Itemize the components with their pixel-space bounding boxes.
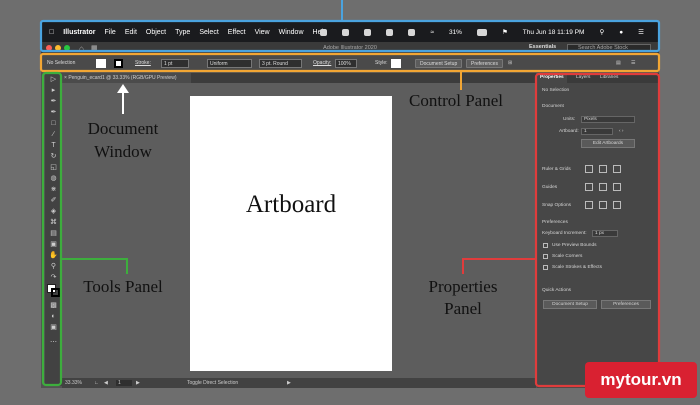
annotation-overlay (39, 0, 661, 388)
menubar-highlight (39, 19, 661, 53)
control-panel-highlight (39, 52, 661, 73)
tools-panel-highlight (41, 71, 63, 387)
document-window-annotation-line1: Document (87, 119, 159, 138)
control-panel-annotation: Control Panel (409, 91, 503, 110)
watermark-logo: mytour.vn (585, 362, 697, 398)
properties-panel-annotation-line1: Properties (428, 277, 498, 296)
properties-panel-annotation-line2: Panel (444, 299, 482, 318)
document-window-annotation-line2: Window (94, 142, 152, 161)
properties-panel-highlight (534, 72, 661, 388)
tools-panel-annotation: Tools Panel (83, 277, 163, 296)
properties-panel-pointer-line (462, 258, 536, 274)
document-window-arrow-head (117, 84, 129, 93)
tools-panel-pointer-line (61, 258, 128, 274)
